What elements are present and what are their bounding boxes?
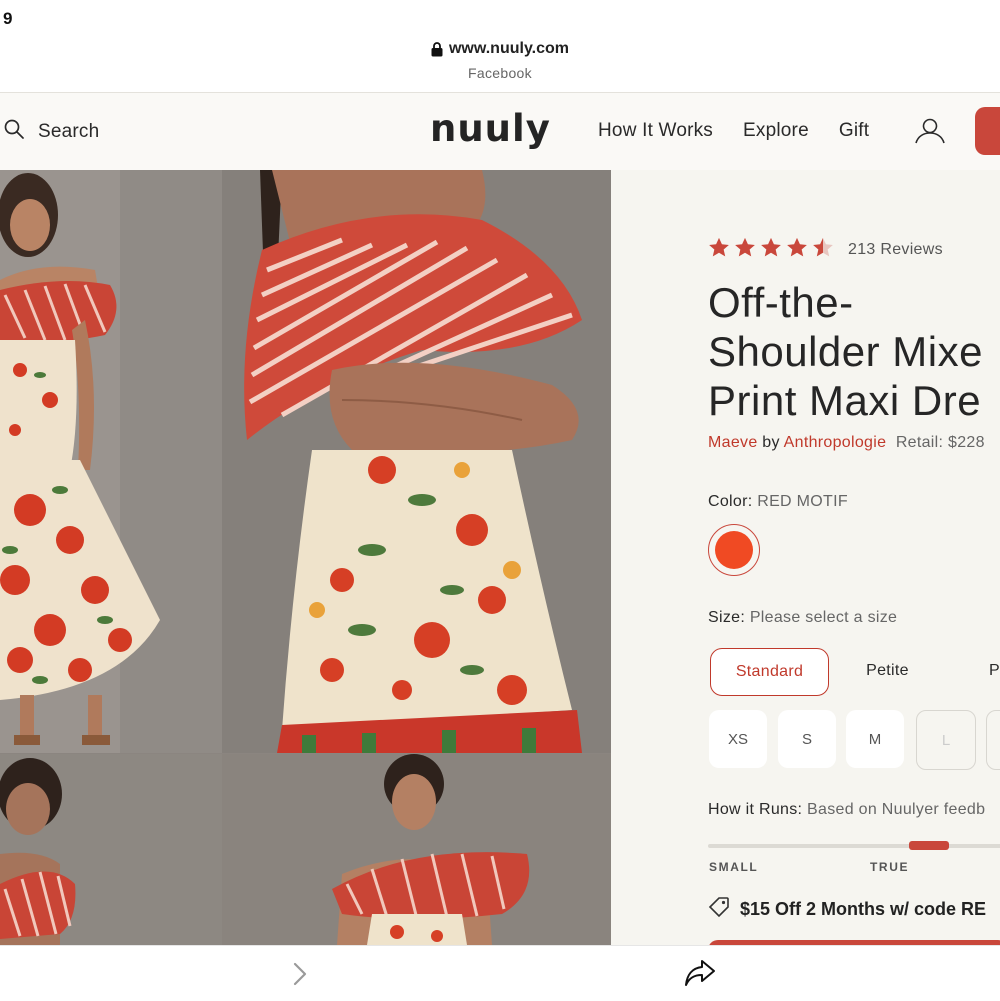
promo-banner[interactable]: $15 Off 2 Months w/ code RE xyxy=(708,896,986,923)
nav-how-it-works[interactable]: How It Works xyxy=(598,120,713,142)
color-label: Color: xyxy=(708,493,753,510)
url-text: www.nuuly.com xyxy=(448,40,569,57)
fit-scale-small: SMALL xyxy=(709,860,759,874)
brand-line: Maeve by Anthropologie Retail: $228 xyxy=(708,434,985,452)
size-button-xs[interactable]: XS xyxy=(709,710,767,768)
product-photo-portrait[interactable] xyxy=(222,754,611,945)
fit-tab-standard[interactable]: Standard xyxy=(710,648,829,696)
product-rating[interactable]: 213 Reviews xyxy=(708,237,943,263)
product-title-line: Print Maxi Dre xyxy=(708,377,982,424)
fit-scale-indicator xyxy=(909,841,949,850)
search-button[interactable]: Search xyxy=(4,119,99,144)
designer-link[interactable]: Anthropologie xyxy=(784,434,887,451)
search-label: Search xyxy=(38,120,100,142)
star-half-icon xyxy=(812,237,834,263)
size-row: Size: Please select a size xyxy=(708,609,897,627)
star-icon xyxy=(786,237,808,263)
product-gallery xyxy=(0,170,611,945)
size-label: Size: xyxy=(708,609,746,626)
size-button-s[interactable]: S xyxy=(778,710,836,768)
runs-value: Based on Nuulyer feedb xyxy=(807,801,986,818)
runs-label: How it Runs: xyxy=(708,801,803,818)
review-count[interactable]: 213 Reviews xyxy=(848,241,943,259)
fit-scale-track xyxy=(708,844,1000,848)
star-icon xyxy=(760,237,782,263)
product-title-line: Off-the- xyxy=(708,279,854,326)
promo-text: $15 Off 2 Months w/ code RE xyxy=(740,899,987,919)
product-photo-side[interactable] xyxy=(222,170,611,753)
size-button-more[interactable] xyxy=(986,710,1000,770)
color-value: RED MOTIF xyxy=(757,493,848,510)
size-button-m[interactable]: M xyxy=(846,710,904,768)
nav-gift[interactable]: Gift xyxy=(839,120,869,142)
retail-price: Retail: $228 xyxy=(895,434,985,451)
browser-toolbar xyxy=(0,945,1000,1001)
product-photo-closeup[interactable] xyxy=(0,754,222,945)
site-header: Search nuuly How It Works Explore Gift xyxy=(0,92,1000,171)
nav-explore[interactable]: Explore xyxy=(743,120,809,142)
fit-tab-petite[interactable]: Petite xyxy=(829,648,946,694)
star-icon xyxy=(734,237,756,263)
header-cta-button[interactable] xyxy=(975,107,1000,155)
status-time: 9 xyxy=(3,9,13,28)
main-nav: How It Works Explore Gift xyxy=(598,120,869,142)
lock-icon xyxy=(431,42,443,57)
tag-icon xyxy=(708,896,730,923)
how-it-runs-row: How it Runs: Based on Nuulyer feedb xyxy=(708,801,985,819)
chevron-right-icon[interactable] xyxy=(292,962,308,991)
by-text: by xyxy=(762,434,780,451)
product-photo-front[interactable] xyxy=(0,170,222,753)
color-row: Color: RED MOTIF xyxy=(708,493,848,511)
address-bar[interactable]: www.nuuly.com Facebook xyxy=(0,40,1000,81)
star-icon xyxy=(708,237,730,263)
share-icon[interactable] xyxy=(684,958,716,993)
size-button-l[interactable]: L xyxy=(916,710,976,770)
brand-link[interactable]: Maeve xyxy=(708,434,758,451)
fit-scale-true: TRUE xyxy=(870,860,910,874)
account-icon[interactable] xyxy=(914,117,946,150)
nuuly-logo[interactable]: nuuly xyxy=(430,107,551,150)
size-value: Please select a size xyxy=(749,609,898,626)
product-details-panel: 213 Reviews Off-the- Shoulder Mixe Print… xyxy=(611,170,1000,945)
product-title-line: Shoulder Mixe xyxy=(708,328,983,375)
search-icon xyxy=(4,119,24,144)
color-swatch-red-motif[interactable] xyxy=(708,524,760,576)
url-source: Facebook xyxy=(468,65,532,81)
product-title: Off-the- Shoulder Mixe Print Maxi Dre xyxy=(708,278,983,425)
fit-tab-plus[interactable]: P xyxy=(989,648,1000,694)
